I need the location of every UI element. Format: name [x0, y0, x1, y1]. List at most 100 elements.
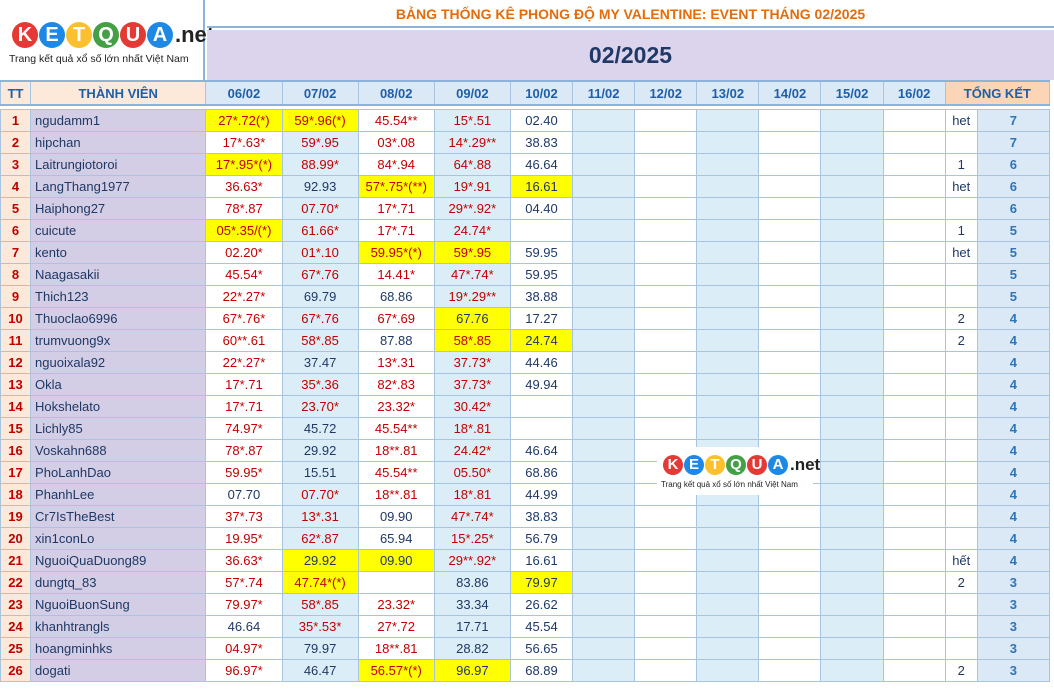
prediction-cell: 45.54* [205, 262, 283, 286]
total-score: 3 [976, 592, 1051, 616]
empty-day-cell [572, 548, 636, 572]
prediction-cell: 18*.81 [433, 482, 511, 506]
note-cell: het [944, 240, 978, 264]
member-name[interactable]: PhoLanhDao [30, 460, 207, 484]
member-name[interactable]: hipchan [30, 130, 207, 154]
member-name[interactable]: Hokshelato [30, 394, 207, 418]
member-name[interactable]: NguoiQuaDuong89 [30, 548, 207, 572]
header-tt: TT [0, 80, 32, 106]
total-score: 5 [976, 262, 1051, 286]
row-number: 10 [0, 306, 32, 330]
member-name[interactable]: cuicute [30, 218, 207, 242]
header-day: 11/02 [572, 80, 636, 106]
total-score: 6 [976, 152, 1051, 176]
empty-day-cell [758, 262, 822, 286]
prediction-cell: 45.54** [357, 108, 435, 132]
row-number: 21 [0, 548, 32, 572]
empty-day-cell [882, 526, 946, 550]
empty-day-cell [758, 108, 822, 132]
prediction-cell: 58*.85 [281, 592, 359, 616]
member-name[interactable]: PhanhLee [30, 482, 207, 506]
empty-day-cell [572, 262, 636, 286]
member-name[interactable]: Thuoclao6996 [30, 306, 207, 330]
member-name[interactable]: dogati [30, 658, 207, 682]
empty-day-cell [820, 658, 884, 682]
member-name[interactable]: Cr7IsTheBest [30, 504, 207, 528]
empty-day-cell [820, 174, 884, 198]
member-name[interactable]: Thich123 [30, 284, 207, 308]
empty-day-cell [758, 350, 822, 374]
member-name[interactable]: ngudamm1 [30, 108, 207, 132]
member-name[interactable]: kento [30, 240, 207, 264]
empty-day-cell [882, 130, 946, 154]
note-cell: 2 [944, 658, 978, 682]
prediction-cell: 62*.87 [281, 526, 359, 550]
prediction-cell: 23.32* [357, 394, 435, 418]
member-name[interactable]: trumvuong9x [30, 328, 207, 352]
empty-day-cell [634, 130, 698, 154]
header-member: THÀNH VIÊN [30, 80, 207, 106]
table-row: 18 PhanhLee 07.70 07.70* 18**.81 18*.81 44.99 4 [0, 482, 1051, 506]
empty-day-cell [696, 218, 760, 242]
member-name[interactable]: LangThang1977 [30, 174, 207, 198]
site-logo[interactable]: K E T Q U A .net Trang kết quả xổ số lớn… [0, 0, 214, 82]
prediction-cell: 44.99 [509, 482, 574, 506]
table-row: 6 cuicute 05*.35/(*) 61.66* 17*.71 24.74* 1 5 [0, 218, 1051, 242]
member-name[interactable]: Okla [30, 372, 207, 396]
row-number: 14 [0, 394, 32, 418]
prediction-cell: 78*.87 [205, 196, 283, 220]
logo-tagline: Trang kết quả xổ số lớn nhất Việt Nam [9, 53, 189, 65]
empty-day-cell [696, 658, 760, 682]
header-day: 13/02 [696, 80, 760, 106]
table-row: 24 khanhtrangls 46.64 35*.53* 27*.72 17.71 45.… [0, 614, 1051, 638]
note-cell: het [944, 174, 978, 198]
member-name[interactable]: hoangminhks [30, 636, 207, 660]
watermark-letter: A [768, 455, 788, 475]
empty-day-cell [634, 592, 698, 616]
empty-day-cell [820, 328, 884, 352]
row-number: 26 [0, 658, 32, 682]
member-name[interactable]: nguoixala92 [30, 350, 207, 374]
note-cell [944, 394, 978, 418]
prediction-cell: 14.41* [357, 262, 435, 286]
empty-day-cell [696, 152, 760, 176]
member-name[interactable]: Lichly85 [30, 416, 207, 440]
prediction-cell [509, 218, 574, 242]
note-cell [944, 372, 978, 396]
row-number: 18 [0, 482, 32, 506]
member-name[interactable]: xin1conLo [30, 526, 207, 550]
member-name[interactable]: Naagasakii [30, 262, 207, 286]
empty-day-cell [634, 218, 698, 242]
empty-day-cell [634, 372, 698, 396]
member-name[interactable]: Laitrungiotoroi [30, 152, 207, 176]
logo-wordmark: K E T Q U A .net [12, 15, 214, 55]
empty-day-cell [634, 328, 698, 352]
prediction-cell: 15*.25* [433, 526, 511, 550]
stats-table: TT THÀNH VIÊN 06/02 07/02 08/02 09/02 10… [0, 80, 1051, 682]
row-number: 17 [0, 460, 32, 484]
empty-day-cell [572, 108, 636, 132]
prediction-cell: 83.86 [433, 570, 511, 594]
member-name[interactable]: NguoiBuonSung [30, 592, 207, 616]
member-name[interactable]: khanhtrangls [30, 614, 207, 638]
prediction-cell: 46.64 [509, 438, 574, 462]
member-name[interactable]: dungtq_83 [30, 570, 207, 594]
row-number: 16 [0, 438, 32, 462]
total-score: 6 [976, 174, 1051, 198]
member-name[interactable]: Voskahn688 [30, 438, 207, 462]
note-cell [944, 284, 978, 308]
empty-day-cell [882, 482, 946, 506]
empty-day-cell [696, 284, 760, 308]
empty-day-cell [634, 306, 698, 330]
empty-day-cell [572, 218, 636, 242]
note-cell [944, 526, 978, 550]
table-row: 8 Naagasakii 45.54* 67*.76 14.41* 47*.74* 59.9… [0, 262, 1051, 286]
member-name[interactable]: Haiphong27 [30, 196, 207, 220]
total-score: 4 [976, 482, 1051, 506]
row-number: 11 [0, 328, 32, 352]
prediction-cell: 46.47 [281, 658, 359, 682]
empty-day-cell [820, 306, 884, 330]
row-number: 8 [0, 262, 32, 286]
empty-day-cell [882, 394, 946, 418]
empty-day-cell [882, 438, 946, 462]
